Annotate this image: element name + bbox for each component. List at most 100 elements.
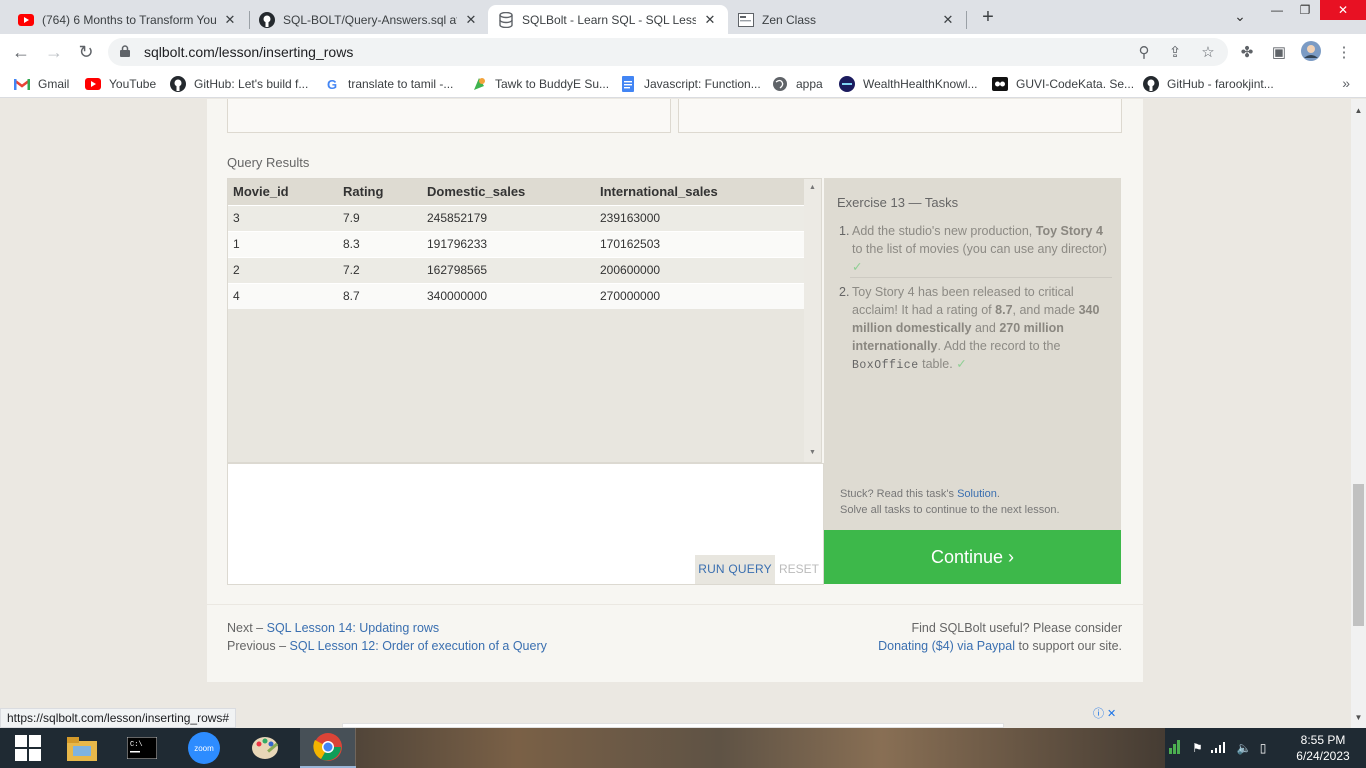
zoom-icon[interactable]: ⚲ bbox=[1135, 43, 1153, 61]
share-icon[interactable]: ⇪ bbox=[1166, 43, 1184, 61]
table-row: 3 7.9 245852179 239163000 bbox=[228, 204, 806, 231]
scroll-down-arrow-icon[interactable]: ▼ bbox=[804, 449, 821, 456]
prev-prefix: Previous – bbox=[227, 639, 287, 653]
lesson-footer: Next – SQL Lesson 14: Updating rows Prev… bbox=[207, 605, 1143, 682]
table-header-row: Movie_id Rating Domestic_sales Internati… bbox=[228, 179, 806, 205]
bookmarks-bar: Gmail YouTube GitHub: Let's build f... G… bbox=[0, 70, 1366, 98]
flag-icon[interactable]: ⚑ bbox=[1192, 741, 1203, 755]
zoom-app-icon[interactable]: zoom bbox=[176, 728, 232, 768]
task-item-2: 2. Toy Story 4 has been released to crit… bbox=[839, 283, 1111, 375]
check-icon: ✓ bbox=[852, 260, 863, 274]
bookmark-github-build[interactable]: GitHub: Let's build f... bbox=[170, 76, 308, 92]
close-icon[interactable]: ✕ bbox=[940, 12, 956, 28]
clock-time: 8:55 PM bbox=[1300, 733, 1346, 747]
link-status-bar: https://sqlbolt.com/lesson/inserting_row… bbox=[0, 708, 237, 728]
close-icon[interactable]: ✕ bbox=[702, 12, 718, 28]
menu-dots-icon[interactable]: ⋮ bbox=[1335, 43, 1353, 61]
solution-link[interactable]: Solution bbox=[957, 488, 997, 500]
side-panel-icon[interactable]: ▣ bbox=[1270, 43, 1288, 61]
reset-button[interactable]: RESET bbox=[778, 555, 820, 584]
bookmark-javascript[interactable]: Javascript: Function... bbox=[620, 76, 761, 92]
profile-avatar-icon[interactable] bbox=[1301, 41, 1321, 65]
github-icon bbox=[259, 11, 275, 28]
bookmark-github-farook[interactable]: GitHub - farookjint... bbox=[1143, 76, 1274, 92]
tab-zen-class[interactable]: Zen Class ✕ bbox=[728, 5, 966, 34]
table-cell: 8.3 bbox=[338, 230, 422, 257]
next-lesson-link[interactable]: SQL Lesson 14: Updating rows bbox=[267, 621, 440, 635]
bookmark-wealthhealth[interactable]: WealthHealthKnowl... bbox=[839, 76, 978, 92]
close-icon[interactable]: ✕ bbox=[463, 12, 479, 28]
bookmark-label: Javascript: Function... bbox=[644, 77, 761, 91]
tab-divider bbox=[966, 11, 967, 29]
tab-github[interactable]: SQL-BOLT/Query-Answers.sql at ✕ bbox=[249, 5, 489, 34]
page-viewport: Query Results Movie_id Rating Domestic_s… bbox=[0, 99, 1351, 728]
bookmark-translate[interactable]: G translate to tamil -... bbox=[324, 76, 453, 92]
lesson-card: Query Results Movie_id Rating Domestic_s… bbox=[207, 99, 1143, 604]
results-table: Movie_id Rating Domestic_sales Internati… bbox=[228, 179, 806, 309]
previous-lesson-link[interactable]: SQL Lesson 12: Order of execution of a Q… bbox=[290, 639, 547, 653]
more-bookmarks-icon[interactable]: » bbox=[1342, 75, 1350, 91]
bookmark-guvi[interactable]: GUVI-CodeKata. Se... bbox=[992, 76, 1134, 92]
address-bar[interactable]: sqlbolt.com/lesson/inserting_rows bbox=[108, 38, 1228, 66]
scroll-up-arrow-icon[interactable]: ▲ bbox=[804, 184, 821, 191]
tab-search-icon[interactable]: ⌄ bbox=[1228, 6, 1252, 26]
paint-icon[interactable] bbox=[238, 728, 294, 768]
donate-link[interactable]: Donating ($4) via Paypal bbox=[878, 639, 1015, 653]
tab-sqlbolt[interactable]: SQLBolt - Learn SQL - SQL Lessor ✕ bbox=[488, 5, 728, 34]
file-explorer-icon[interactable] bbox=[54, 728, 110, 768]
task-number: 2. bbox=[839, 285, 850, 299]
taskbar-clock[interactable]: 8:55 PM 6/24/2023 bbox=[1290, 732, 1356, 764]
battery-icon[interactable]: ▯ bbox=[1260, 741, 1267, 755]
new-tab-button[interactable]: + bbox=[977, 7, 999, 29]
tawk-icon bbox=[471, 76, 487, 92]
task-highlight: Toy Story 4 bbox=[1035, 224, 1103, 238]
clock-date: 6/24/2023 bbox=[1296, 749, 1350, 763]
github-icon bbox=[170, 76, 186, 92]
ad-choices-icon[interactable]: ⓘ ✕ bbox=[1093, 705, 1116, 721]
reload-icon[interactable]: ↻ bbox=[76, 42, 96, 62]
tab-youtube[interactable]: (764) 6 Months to Transform You ✕ bbox=[8, 5, 248, 34]
task-text-part: . Add the record to the bbox=[937, 339, 1061, 353]
minimize-button[interactable]: — bbox=[1264, 0, 1290, 20]
continue-button[interactable]: Continue › bbox=[824, 530, 1121, 584]
sql-query-editor[interactable]: RUN QUERY RESET bbox=[227, 463, 824, 585]
check-icon: ✓ bbox=[956, 357, 967, 371]
circle-logo-icon bbox=[839, 76, 855, 92]
bookmark-tawk[interactable]: Tawk to BuddyE Su... bbox=[471, 76, 609, 92]
task-divider bbox=[850, 277, 1112, 278]
column-header: International_sales bbox=[595, 179, 806, 205]
scroll-down-arrow-icon[interactable]: ▼ bbox=[1351, 711, 1366, 725]
bookmark-label: appa bbox=[796, 77, 823, 91]
scroll-up-arrow-icon[interactable]: ▲ bbox=[1351, 104, 1366, 118]
zoom-label: zoom bbox=[188, 732, 220, 764]
chrome-icon[interactable] bbox=[300, 728, 356, 768]
task-text: Add the studio's new production, Toy Sto… bbox=[852, 222, 1111, 276]
results-scrollbar[interactable]: ▲ ▼ bbox=[804, 179, 821, 462]
bookmark-appa[interactable]: appa bbox=[772, 76, 823, 92]
volume-icon[interactable]: 🔈 bbox=[1237, 741, 1252, 755]
database-icon bbox=[498, 11, 514, 28]
bookmark-youtube[interactable]: YouTube bbox=[85, 76, 156, 92]
cmd-icon[interactable]: C:\ bbox=[114, 728, 170, 768]
useful-text: Find SQLBolt useful? Please consider bbox=[911, 621, 1122, 635]
bookmark-label: Gmail bbox=[38, 77, 70, 91]
bookmark-label: GitHub - farookjint... bbox=[1167, 77, 1274, 91]
gmail-icon bbox=[14, 76, 30, 92]
table-cell: 239163000 bbox=[595, 204, 806, 231]
scrollbar-thumb[interactable] bbox=[1353, 484, 1364, 626]
wifi-signal-icon[interactable] bbox=[1210, 741, 1229, 756]
extensions-icon[interactable]: ✤ bbox=[1238, 43, 1256, 61]
window-close-button[interactable]: ✕ bbox=[1320, 0, 1366, 20]
back-icon[interactable]: ← bbox=[11, 42, 31, 62]
run-query-button[interactable]: RUN QUERY bbox=[695, 555, 775, 584]
bookmark-gmail[interactable]: Gmail bbox=[14, 76, 69, 92]
start-icon[interactable] bbox=[0, 728, 56, 768]
tab-title: (764) 6 Months to Transform You bbox=[42, 12, 216, 27]
forward-icon[interactable]: → bbox=[44, 42, 64, 62]
page-scrollbar[interactable]: ▲ ▼ bbox=[1351, 99, 1366, 728]
bookmark-star-icon[interactable]: ☆ bbox=[1199, 43, 1217, 61]
query-editor-top bbox=[227, 99, 671, 133]
restore-button[interactable]: ❐ bbox=[1292, 0, 1318, 20]
network-meter-icon[interactable] bbox=[1168, 739, 1182, 757]
close-icon[interactable]: ✕ bbox=[222, 12, 238, 28]
